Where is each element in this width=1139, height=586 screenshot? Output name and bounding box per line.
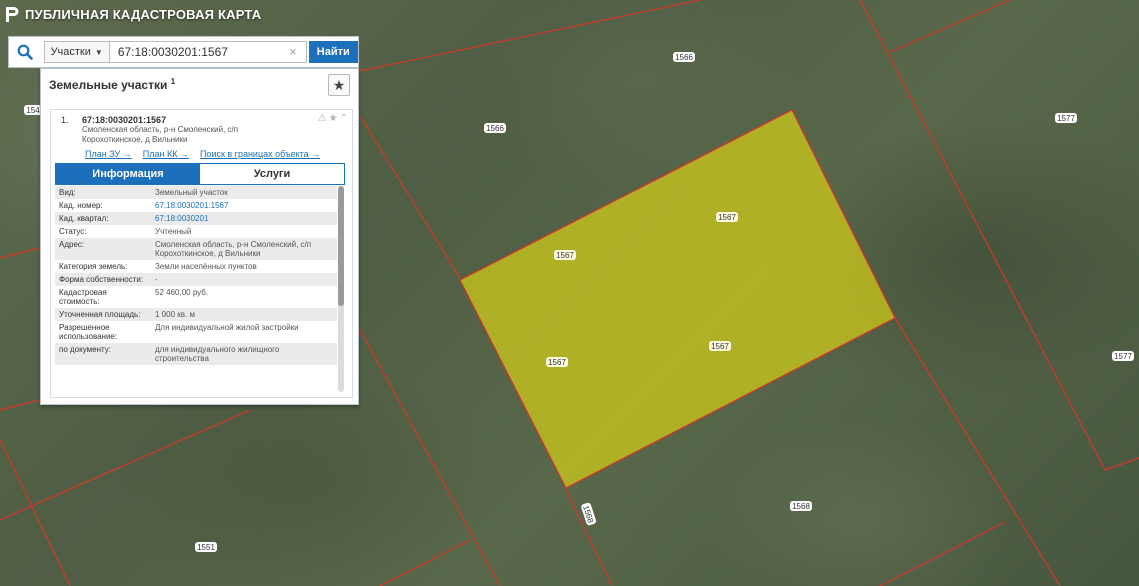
result-count: 1 <box>170 77 176 86</box>
panel-title: Земельные участки 1 <box>49 77 175 92</box>
panel-header: Земельные участки 1 ★ <box>41 69 358 107</box>
field-label: Разрешенное использование: <box>59 323 118 341</box>
parcel-label-1551: 1551 <box>195 542 217 552</box>
chevron-down-icon: ▼ <box>94 47 103 57</box>
parcel-label-1567: 1567 <box>716 212 738 222</box>
info-tabs: Информация Услуги <box>55 163 345 185</box>
result-address-line: Смоленская область, р-н Смоленский, с/п <box>82 125 239 134</box>
parcel-label-1566: 1566 <box>484 123 506 133</box>
search-bar: Участки ▼ × Найти <box>8 36 359 68</box>
field-label: Адрес: <box>59 240 85 249</box>
panel-title-text: Земельные участки <box>49 78 168 92</box>
field-label: Статус: <box>59 227 87 236</box>
table-row: Адрес: Смоленская область, р-н Смоленски… <box>55 238 337 260</box>
search-input[interactable] <box>109 41 307 63</box>
table-row: Вид: Земельный участок <box>55 186 337 199</box>
field-label: Уточненная площадь: <box>59 310 141 319</box>
tab-information[interactable]: Информация <box>56 164 200 184</box>
field-value: 52 460,00 руб. <box>155 288 209 297</box>
field-label: по документу: <box>59 345 111 354</box>
warning-icon[interactable]: ⚠ <box>318 113 327 124</box>
field-value: Учтенный <box>155 227 192 236</box>
parcel-label-1567: 1567 <box>709 341 731 351</box>
svg-text:1577: 1577 <box>1057 114 1075 123</box>
field-label: Кад. номер: <box>59 201 103 210</box>
parcel-label-1568: 1568 <box>790 501 812 511</box>
find-button[interactable]: Найти <box>308 41 358 63</box>
table-row: Кад. номер: 67:18:0030201:1567 <box>55 199 337 212</box>
svg-text:1551: 1551 <box>197 543 215 552</box>
tab-services[interactable]: Услуги <box>200 164 344 184</box>
svg-text:1566: 1566 <box>486 124 504 133</box>
result-address: Смоленская область, р-н Смоленский, с/п … <box>82 125 272 144</box>
result-address-line: Корохоткинское, д Вильники <box>82 134 188 144</box>
table-row: Уточненная площадь: 1 000 кв. м <box>55 308 337 321</box>
selected-parcel[interactable] <box>459 109 896 489</box>
field-value: Земельный участок <box>155 188 228 197</box>
app-title: ПУБЛИЧНАЯ КАДАСТРОВАЯ КАРТА <box>6 7 261 22</box>
parcel-label-1566: 1566 <box>673 52 695 62</box>
svg-text:1567: 1567 <box>711 342 729 351</box>
svg-text:1567: 1567 <box>548 358 566 367</box>
results-panel: Земельные участки 1 ★ 1. 67:18:0030201:1… <box>40 68 359 405</box>
plan-zu-link[interactable]: План ЗУ → <box>85 149 132 159</box>
svg-text:154: 154 <box>26 106 40 115</box>
table-row: Кадастровая стоимость: 52 460,00 руб. <box>55 286 337 308</box>
info-scrollbar[interactable] <box>338 186 344 392</box>
svg-text:1568: 1568 <box>792 502 810 511</box>
search-type-label: Участки <box>50 46 91 58</box>
table-row: Форма собственности: - <box>55 273 337 286</box>
parcel-label-1577: 1577 <box>1112 351 1134 361</box>
parcel-label-1567: 1567 <box>546 357 568 367</box>
parcel-label-1567: 1567 <box>554 250 576 260</box>
table-row: по документу: для индивидуального жилищн… <box>55 343 337 365</box>
svg-text:1567: 1567 <box>718 213 736 222</box>
plan-kk-link[interactable]: План КК → <box>143 149 189 159</box>
field-value: 1 000 кв. м <box>155 310 195 319</box>
search-bounds-link[interactable]: Поиск в границах объекта → <box>200 149 320 159</box>
table-row: Категория земель: Земли населённых пункт… <box>55 260 337 273</box>
field-value: Смоленская область, р-н Смоленский, с/п … <box>155 240 312 258</box>
table-row: Разрешенное использование: Для индивидуа… <box>55 321 337 343</box>
cad-quarter-link[interactable]: 67:18:0030201 <box>151 212 337 225</box>
field-value: - <box>155 275 158 284</box>
result-index: 1. <box>61 115 69 125</box>
svg-text:1567: 1567 <box>556 251 574 260</box>
table-row: Статус: Учтенный <box>55 225 337 238</box>
chevron-up-icon[interactable]: ⌃ <box>340 113 348 124</box>
cad-number-link[interactable]: 67:18:0030201:1567 <box>151 199 337 212</box>
result-title[interactable]: 67:18:0030201:1567 <box>82 115 166 125</box>
svg-text:1568: 1568 <box>581 504 595 524</box>
info-table-container: Вид: Земельный участок Кад. номер: 67:18… <box>55 186 345 394</box>
svg-text:1566: 1566 <box>675 53 693 62</box>
app-title-text: ПУБЛИЧНАЯ КАДАСТРОВАЯ КАРТА <box>25 7 262 22</box>
logo-icon <box>6 7 19 22</box>
search-icon[interactable] <box>9 37 41 67</box>
search-type-select[interactable]: Участки ▼ <box>43 41 110 63</box>
field-label: Вид: <box>59 188 76 197</box>
clear-icon[interactable]: × <box>289 44 297 59</box>
parcel-label-1577: 1577 <box>1055 113 1077 123</box>
scrollbar-thumb[interactable] <box>338 186 344 306</box>
result-actions: ⚠ ★ ⌃ <box>318 113 348 124</box>
field-label: Категория земель: <box>59 262 128 271</box>
parcel-label-1568: 1568 <box>581 502 597 526</box>
field-value: Земли населённых пунктов <box>155 262 257 271</box>
star-icon: ★ <box>332 76 346 93</box>
table-row: Кад. квартал: 67:18:0030201 <box>55 212 337 225</box>
svg-text:1577: 1577 <box>1114 352 1132 361</box>
field-value: Для индивидуальной жилой застройки <box>155 323 299 332</box>
field-label: Форма собственности: <box>59 275 144 284</box>
result-card[interactable]: 1. 67:18:0030201:1567 Смоленская область… <box>50 109 353 398</box>
bookmark-button[interactable]: ★ <box>328 74 350 96</box>
field-value: для индивидуального жилищного строительс… <box>155 345 280 363</box>
result-links: План ЗУ → План КК → Поиск в границах объ… <box>85 149 320 159</box>
field-label: Кад. квартал: <box>59 214 109 223</box>
star-icon[interactable]: ★ <box>329 113 338 124</box>
field-label: Кадастровая стоимость: <box>59 288 107 306</box>
info-table: Вид: Земельный участок Кад. номер: 67:18… <box>55 186 337 365</box>
